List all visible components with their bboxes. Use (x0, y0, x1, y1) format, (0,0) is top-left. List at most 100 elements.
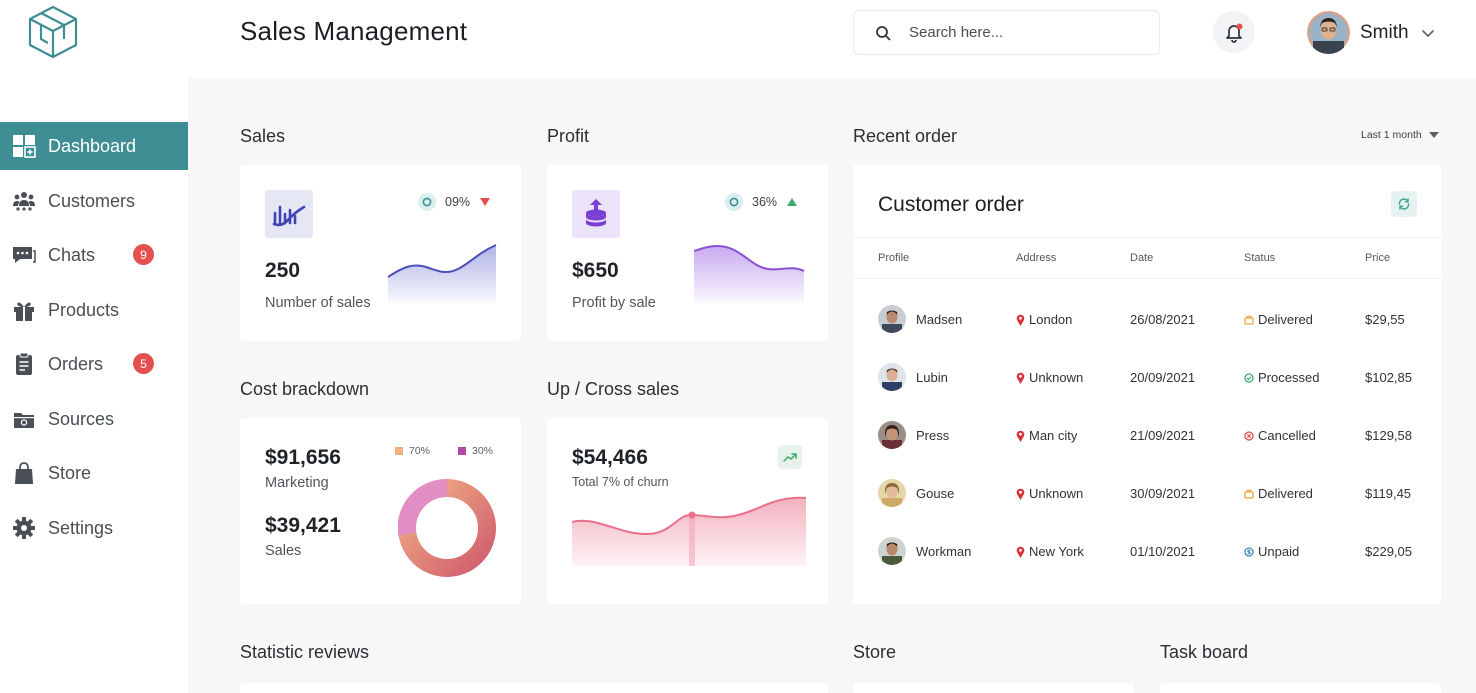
table-row[interactable]: Press Man city 21/09/2021 Cancelled $129… (853, 407, 1441, 465)
column-header-price[interactable]: Price (1365, 252, 1390, 264)
status-cell: Unpaid (1244, 544, 1299, 559)
sidebar-item-dashboard[interactable]: Dashboard (0, 122, 188, 170)
search-input[interactable] (909, 24, 1129, 41)
donut-sales-segment (398, 478, 448, 536)
percent-icon (725, 193, 743, 211)
location-pin-icon (1016, 546, 1025, 558)
top-header: Sales Management Smith (0, 0, 1476, 78)
column-header-date[interactable]: Date (1130, 252, 1153, 264)
avatar (878, 421, 906, 449)
period-filter-dropdown[interactable]: Last 1 month (1361, 129, 1439, 141)
sales-sparkline (388, 244, 497, 303)
column-header-profile[interactable]: Profile (878, 252, 909, 264)
legend-swatch (395, 447, 403, 455)
customer-name: Press (916, 428, 950, 443)
date-cell: 20/09/2021 (1130, 370, 1196, 385)
sales-cost-label: Sales (265, 543, 302, 559)
cross-label: Total 7% of churn (572, 475, 669, 489)
avatar (878, 479, 906, 507)
chats-badge: 9 (133, 244, 154, 265)
sidebar-item-label: Store (48, 462, 92, 483)
profit-sparkline (694, 244, 805, 303)
avatar (878, 363, 906, 391)
sources-icon (12, 407, 36, 431)
notifications-button[interactable] (1213, 11, 1255, 53)
cross-sales-chart (572, 496, 806, 566)
recent-order-section-title: Recent order (853, 126, 958, 146)
cube-logo-icon[interactable] (26, 3, 80, 61)
chart-bars-icon (265, 190, 313, 238)
sales-value: 250 (265, 259, 301, 282)
statistic-reviews-card (240, 683, 828, 693)
coins-stack-icon (572, 190, 620, 238)
status-text: Delivered (1258, 312, 1313, 327)
customer-name: Workman (916, 544, 972, 559)
sidebar-item-sources[interactable]: Sources (0, 395, 188, 443)
chevron-down-icon[interactable] (1421, 26, 1435, 40)
sidebar-item-chats[interactable]: Chats 9 (0, 231, 188, 279)
marketing-value: $91,656 (265, 446, 341, 469)
customer-name: Lubin (916, 370, 948, 385)
sales-label: Number of sales (265, 295, 371, 311)
table-row[interactable]: Lubin Unknown 20/09/2021 Processed $102,… (853, 349, 1441, 407)
customer-order-title: Customer order (878, 193, 1024, 216)
trending-up-button[interactable] (778, 445, 802, 469)
date-cell: 26/08/2021 (1130, 312, 1196, 327)
column-header-address[interactable]: Address (1016, 252, 1056, 264)
sidebar-item-products[interactable]: Products (0, 286, 188, 334)
page-title: Sales Management (240, 16, 468, 46)
caret-down-icon (1428, 132, 1439, 138)
avatar (878, 305, 906, 333)
sales-cost-value: $39,421 (265, 514, 341, 537)
sidebar-item-orders[interactable]: Orders 5 (0, 340, 188, 388)
customer-name: Madsen (916, 312, 963, 327)
status-cell: Cancelled (1244, 428, 1316, 443)
customer-order-card: Customer order Profile Address Date Stat… (853, 165, 1441, 604)
sidebar-item-settings[interactable]: Settings (0, 504, 188, 552)
cost-donut-chart (398, 478, 496, 577)
refresh-button[interactable] (1391, 191, 1417, 217)
address-cell: London (1016, 312, 1072, 327)
address-text: London (1029, 312, 1073, 327)
refresh-icon (1398, 198, 1410, 210)
sidebar-item-label: Products (48, 299, 120, 320)
legend-label: 30% (472, 445, 494, 457)
sales-section-title: Sales (240, 126, 286, 146)
location-pin-icon (1016, 372, 1025, 384)
sales-card: 09% 250 Number of sales (240, 165, 521, 341)
table-row[interactable]: Madsen London 26/08/2021 Delivered $29,5… (853, 291, 1441, 349)
profit-section-title: Profit (547, 126, 590, 146)
price-cell: $229,05 (1365, 544, 1412, 559)
sidebar-item-label: Customers (48, 190, 136, 211)
avatar[interactable] (1307, 11, 1350, 54)
task-board-title: Task board (1160, 642, 1249, 662)
marketing-label: Marketing (265, 475, 329, 491)
column-header-status[interactable]: Status (1244, 252, 1275, 264)
profit-label: Profit by sale (572, 295, 656, 311)
sidebar: Dashboard Customers Chats 9 Products Ord… (0, 78, 188, 693)
date-cell: 30/09/2021 (1130, 486, 1196, 501)
customers-icon (12, 189, 36, 213)
status-text: Processed (1258, 370, 1320, 385)
legend-label: 70% (409, 445, 431, 457)
customer-name: Gouse (916, 486, 955, 501)
user-profile-menu[interactable]: Smith (1307, 11, 1435, 54)
delivered-status-icon (1244, 315, 1254, 325)
address-text: New York (1029, 544, 1084, 559)
address-text: Man city (1029, 428, 1078, 443)
search-box[interactable] (853, 10, 1160, 55)
location-pin-icon (1016, 488, 1025, 500)
table-row[interactable]: Gouse Unknown 30/09/2021 Delivered $119,… (853, 465, 1441, 523)
orders-icon (12, 352, 36, 376)
cost-card: $91,656 Marketing $39,421 Sales 70% 30% (240, 418, 521, 604)
cross-section-title: Up / Cross sales (547, 379, 680, 399)
table-row[interactable]: Workman New York 01/10/2021 Unpaid $229,… (853, 523, 1441, 581)
trend-up-icon (787, 198, 798, 206)
sidebar-item-label: Sources (48, 408, 115, 429)
task-board-card (1160, 683, 1441, 693)
gear-icon (12, 516, 36, 540)
sidebar-item-customers[interactable]: Customers (0, 177, 188, 225)
sidebar-item-store[interactable]: Store (0, 449, 188, 497)
location-pin-icon (1016, 314, 1025, 326)
address-text: Unknown (1029, 486, 1084, 501)
